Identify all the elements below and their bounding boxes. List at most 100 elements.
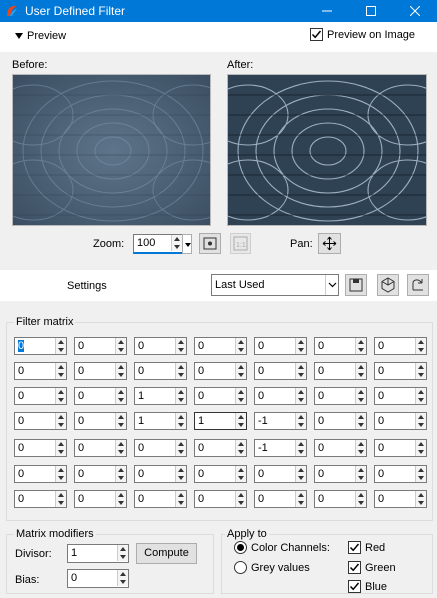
matrix-cell-stepper[interactable]: 1 bbox=[134, 387, 187, 405]
divisor-spin-arrows[interactable] bbox=[117, 545, 128, 561]
matrix-cell-spin-arrows[interactable] bbox=[55, 440, 66, 456]
zoom-stepper[interactable]: 100 bbox=[133, 234, 183, 254]
matrix-cell-spin-arrows[interactable] bbox=[115, 388, 126, 404]
matrix-cell-spin-arrows[interactable] bbox=[355, 413, 366, 429]
before-preview-image[interactable] bbox=[12, 74, 211, 226]
matrix-cell-stepper[interactable]: 0 bbox=[14, 362, 67, 380]
matrix-cell-stepper[interactable]: 0 bbox=[254, 387, 307, 405]
matrix-cell-stepper[interactable]: 0 bbox=[374, 439, 427, 457]
matrix-cell-stepper[interactable]: 0 bbox=[14, 337, 67, 355]
zoom-spin-arrows[interactable] bbox=[171, 235, 182, 251]
red-checkbox[interactable] bbox=[348, 541, 361, 554]
matrix-cell-stepper[interactable]: 0 bbox=[74, 337, 127, 355]
matrix-cell-spin-arrows[interactable] bbox=[175, 466, 186, 482]
matrix-cell-spin-arrows[interactable] bbox=[415, 440, 426, 456]
matrix-cell-spin-arrows[interactable] bbox=[175, 338, 186, 354]
after-preview-image[interactable] bbox=[227, 74, 427, 226]
matrix-cell-spin-arrows[interactable] bbox=[115, 338, 126, 354]
matrix-cell-stepper[interactable]: 0 bbox=[374, 387, 427, 405]
compute-button[interactable]: Compute bbox=[136, 543, 197, 564]
matrix-cell-spin-arrows[interactable] bbox=[55, 338, 66, 354]
matrix-cell-spin-arrows[interactable] bbox=[295, 413, 306, 429]
minimize-button[interactable] bbox=[305, 0, 349, 22]
zoom-fit-button[interactable] bbox=[199, 233, 221, 254]
color-channels-radio[interactable] bbox=[234, 541, 247, 554]
matrix-cell-spin-arrows[interactable] bbox=[235, 388, 246, 404]
matrix-cell-spin-arrows[interactable] bbox=[355, 466, 366, 482]
matrix-cell-stepper[interactable]: 0 bbox=[374, 465, 427, 483]
matrix-cell-spin-arrows[interactable] bbox=[55, 388, 66, 404]
matrix-cell-stepper[interactable]: 0 bbox=[314, 337, 367, 355]
matrix-cell-spin-arrows[interactable] bbox=[295, 466, 306, 482]
matrix-cell-spin-arrows[interactable] bbox=[175, 491, 186, 507]
matrix-cell-spin-arrows[interactable] bbox=[295, 363, 306, 379]
matrix-cell-stepper[interactable]: 0 bbox=[194, 465, 247, 483]
matrix-cell-spin-arrows[interactable] bbox=[115, 491, 126, 507]
matrix-cell-stepper[interactable]: 0 bbox=[134, 465, 187, 483]
matrix-cell-stepper[interactable]: 0 bbox=[254, 465, 307, 483]
blue-checkbox[interactable] bbox=[348, 580, 361, 593]
preview-label[interactable]: Preview bbox=[27, 30, 66, 42]
matrix-cell-stepper[interactable]: 0 bbox=[374, 412, 427, 430]
matrix-cell-stepper[interactable]: 0 bbox=[314, 362, 367, 380]
matrix-cell-stepper[interactable]: 1 bbox=[134, 412, 187, 430]
matrix-cell-stepper[interactable]: 0 bbox=[194, 387, 247, 405]
preview-on-image-checkbox[interactable] bbox=[310, 28, 323, 41]
reset-button[interactable] bbox=[407, 274, 429, 296]
matrix-cell-spin-arrows[interactable] bbox=[295, 440, 306, 456]
matrix-cell-spin-arrows[interactable] bbox=[175, 440, 186, 456]
matrix-cell-spin-arrows[interactable] bbox=[115, 413, 126, 429]
matrix-cell-spin-arrows[interactable] bbox=[355, 338, 366, 354]
zoom-dropdown-button[interactable] bbox=[182, 234, 192, 254]
matrix-cell-stepper[interactable]: 0 bbox=[194, 362, 247, 380]
matrix-cell-stepper[interactable]: 0 bbox=[74, 412, 127, 430]
matrix-cell-spin-arrows[interactable] bbox=[55, 466, 66, 482]
matrix-cell-spin-arrows[interactable] bbox=[235, 491, 246, 507]
matrix-cell-stepper[interactable]: 0 bbox=[194, 439, 247, 457]
matrix-cell-spin-arrows[interactable] bbox=[355, 363, 366, 379]
matrix-cell-stepper[interactable]: 0 bbox=[74, 465, 127, 483]
matrix-cell-spin-arrows[interactable] bbox=[175, 363, 186, 379]
matrix-cell-spin-arrows[interactable] bbox=[175, 413, 186, 429]
matrix-cell-stepper[interactable]: 1 bbox=[194, 412, 247, 430]
grey-values-radio[interactable] bbox=[234, 561, 247, 574]
save-preset-button[interactable] bbox=[345, 274, 367, 296]
bias-stepper[interactable]: 0 bbox=[67, 569, 129, 588]
matrix-cell-stepper[interactable]: 0 bbox=[74, 490, 127, 508]
matrix-cell-stepper[interactable]: 0 bbox=[374, 362, 427, 380]
matrix-cell-stepper[interactable]: 0 bbox=[14, 387, 67, 405]
matrix-cell-stepper[interactable]: 0 bbox=[374, 337, 427, 355]
matrix-cell-spin-arrows[interactable] bbox=[235, 466, 246, 482]
matrix-cell-stepper[interactable]: 0 bbox=[14, 439, 67, 457]
matrix-cell-spin-arrows[interactable] bbox=[415, 413, 426, 429]
matrix-cell-spin-arrows[interactable] bbox=[295, 338, 306, 354]
matrix-cell-spin-arrows[interactable] bbox=[235, 440, 246, 456]
matrix-cell-stepper[interactable]: 0 bbox=[374, 490, 427, 508]
matrix-cell-spin-arrows[interactable] bbox=[295, 491, 306, 507]
matrix-cell-spin-arrows[interactable] bbox=[355, 491, 366, 507]
pan-button[interactable] bbox=[318, 233, 341, 254]
preset-dropdown-arrow[interactable] bbox=[325, 275, 338, 295]
matrix-cell-stepper[interactable]: 0 bbox=[14, 465, 67, 483]
matrix-cell-stepper[interactable]: 0 bbox=[254, 490, 307, 508]
matrix-cell-spin-arrows[interactable] bbox=[355, 440, 366, 456]
preset-dropdown[interactable]: Last Used bbox=[211, 274, 339, 296]
matrix-cell-stepper[interactable]: 0 bbox=[134, 490, 187, 508]
matrix-cell-stepper[interactable]: 0 bbox=[194, 337, 247, 355]
matrix-cell-stepper[interactable]: 0 bbox=[134, 439, 187, 457]
matrix-cell-spin-arrows[interactable] bbox=[175, 388, 186, 404]
maximize-button[interactable] bbox=[349, 0, 393, 22]
matrix-cell-stepper[interactable]: 0 bbox=[134, 337, 187, 355]
matrix-cell-stepper[interactable]: 0 bbox=[314, 465, 367, 483]
matrix-cell-stepper[interactable]: 0 bbox=[134, 362, 187, 380]
divisor-stepper[interactable]: 1 bbox=[67, 544, 129, 563]
matrix-cell-spin-arrows[interactable] bbox=[415, 388, 426, 404]
matrix-cell-stepper[interactable]: 0 bbox=[74, 362, 127, 380]
bias-spin-arrows[interactable] bbox=[117, 570, 128, 586]
matrix-cell-spin-arrows[interactable] bbox=[55, 413, 66, 429]
matrix-cell-stepper[interactable]: 0 bbox=[314, 490, 367, 508]
matrix-cell-spin-arrows[interactable] bbox=[115, 363, 126, 379]
matrix-cell-stepper[interactable]: -1 bbox=[254, 412, 307, 430]
matrix-cell-spin-arrows[interactable] bbox=[415, 466, 426, 482]
close-button[interactable] bbox=[393, 0, 437, 22]
